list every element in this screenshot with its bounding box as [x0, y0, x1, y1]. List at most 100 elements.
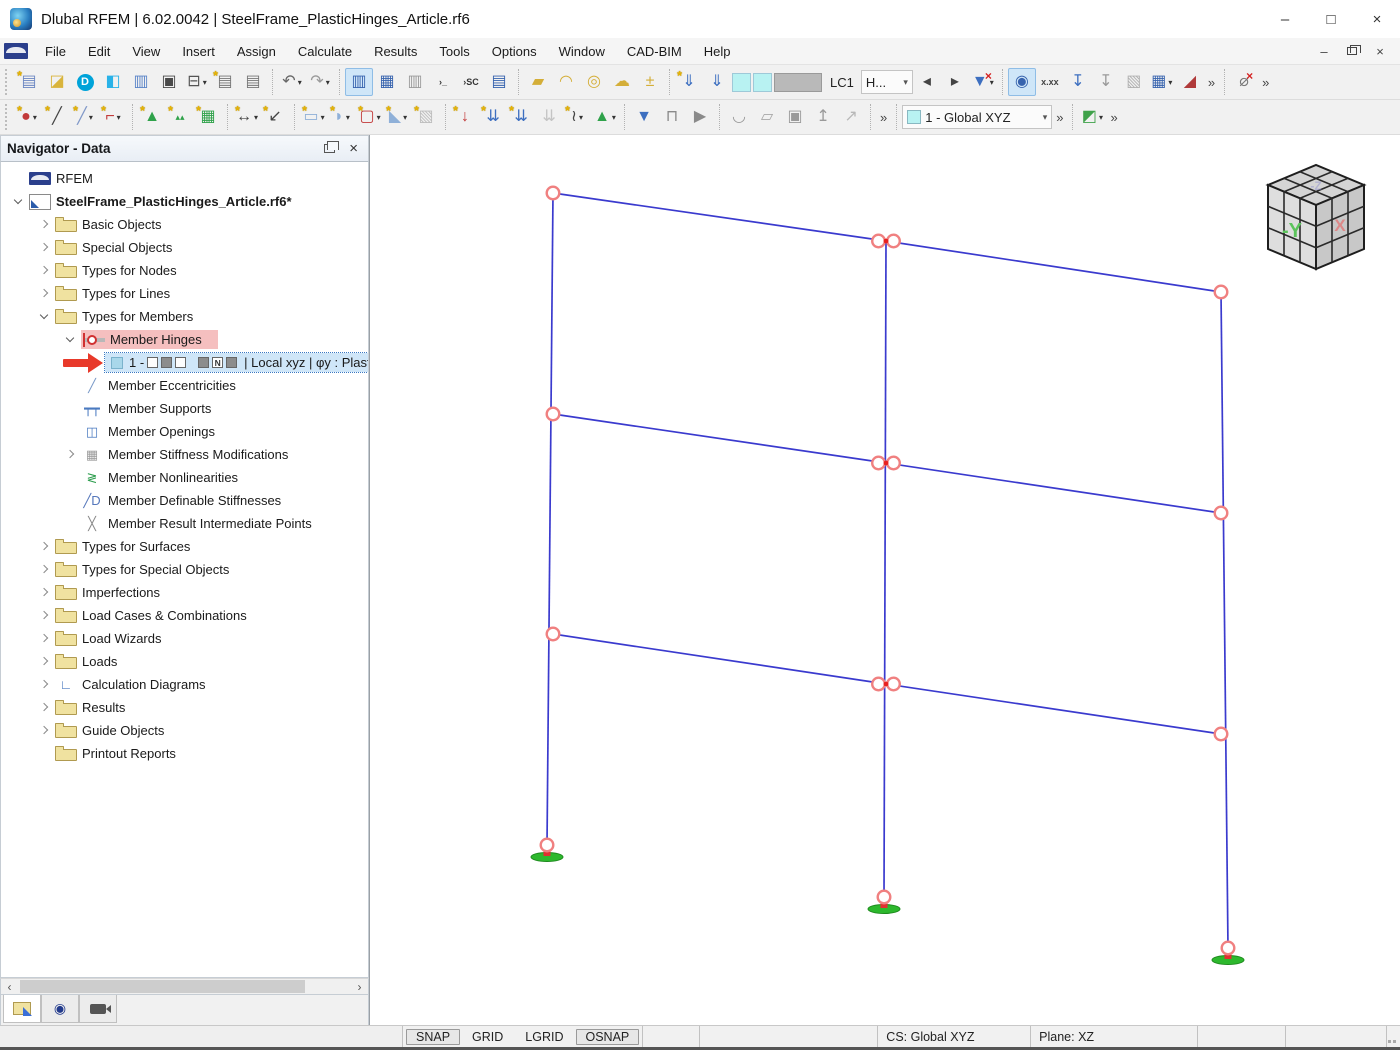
plastic-hinge-node[interactable]: [1222, 942, 1235, 955]
expander-closed-icon[interactable]: [35, 558, 55, 581]
plastic-hinge-node[interactable]: [1215, 507, 1228, 520]
open-from-cloud-icon[interactable]: ◧: [99, 68, 127, 96]
float-panel-icon[interactable]: [324, 144, 335, 153]
new-member-icon[interactable]: ╱▾: [71, 103, 99, 131]
show-surfaces-icon[interactable]: ▧: [1120, 68, 1148, 96]
minimize-button[interactable]: –: [1262, 0, 1308, 38]
menu-options[interactable]: Options: [481, 38, 548, 65]
tree-item-member-hinges[interactable]: Member Hinges: [1, 328, 368, 351]
node-dot[interactable]: [884, 682, 889, 687]
toggle-osnap[interactable]: OSNAP: [576, 1029, 640, 1045]
tree-item-model-file[interactable]: SteelFrame_PlasticHinges_Article.rf6*: [1, 190, 368, 213]
beam-member[interactable]: [553, 193, 886, 241]
tree-item-special-objects[interactable]: Special Objects: [1, 236, 368, 259]
new-line-load-icon[interactable]: ⇊: [507, 103, 535, 131]
view-overflow[interactable]: »: [1204, 75, 1219, 90]
menu-tools[interactable]: Tools: [428, 38, 480, 65]
column-member[interactable]: [1221, 292, 1228, 948]
tree-item-member-result-intermediate-points[interactable]: ╳Member Result Intermediate Points: [1, 512, 368, 535]
new-support-displacement-icon[interactable]: ▲▾: [591, 103, 619, 131]
new-surface-support-icon[interactable]: ▦: [194, 103, 222, 131]
close-button[interactable]: ×: [1354, 0, 1400, 38]
toggle-grid[interactable]: GRID: [462, 1029, 513, 1045]
plastic-hinge-node[interactable]: [887, 457, 900, 470]
expander-open-icon[interactable]: [35, 305, 55, 328]
tree-item-member-openings[interactable]: ◫Member Openings: [1, 420, 368, 443]
beam-member[interactable]: [886, 241, 1221, 292]
plastic-hinge-node[interactable]: [547, 628, 560, 641]
tables-toggle-icon[interactable]: ▦: [373, 68, 401, 96]
tree-item-imperfections[interactable]: Imperfections: [1, 581, 368, 604]
cube-top-label[interactable]: -Z: [1310, 179, 1321, 193]
menu-calculate[interactable]: Calculate: [287, 38, 363, 65]
toolbar1-overflow[interactable]: »: [1258, 75, 1273, 90]
redo-icon[interactable]: ↷▾: [306, 68, 334, 96]
generate-loads-icon[interactable]: ⇓: [675, 68, 703, 96]
coordinate-system-select[interactable]: 1 - Global XYZ▾: [902, 105, 1052, 129]
column-member[interactable]: [547, 193, 553, 845]
cube-front-label[interactable]: -Y: [1282, 220, 1303, 242]
show-result-diagram-icon[interactable]: ◢: [1176, 68, 1204, 96]
tree-item-hinge-1[interactable]: 1 -N| Local xyz | φy : Plastic: [1, 351, 368, 374]
plastic-hinge-node[interactable]: [872, 457, 885, 470]
tree-item-results[interactable]: Results: [1, 696, 368, 719]
plastic-hinge-node[interactable]: [547, 187, 560, 200]
clipping-box-icon[interactable]: ⊓: [658, 103, 686, 131]
plastic-hinge-node[interactable]: [1215, 728, 1228, 741]
work-plane-icon[interactable]: ▱: [753, 103, 781, 131]
menu-cad-bim[interactable]: CAD-BIM: [616, 38, 693, 65]
expander-closed-icon[interactable]: [35, 604, 55, 627]
new-block-icon[interactable]: ▧: [412, 103, 440, 131]
new-line-support-icon[interactable]: ▴▴: [166, 103, 194, 131]
previous-load-case-icon[interactable]: ◂: [913, 68, 941, 96]
expander-closed-icon[interactable]: [35, 259, 55, 282]
expander-closed-icon[interactable]: [35, 213, 55, 236]
new-slope-dimension-icon[interactable]: ↙: [261, 103, 289, 131]
close-panel-icon[interactable]: ×: [349, 140, 358, 157]
expander-closed-icon[interactable]: [61, 443, 81, 466]
new-polyline-icon[interactable]: ⌐▾: [99, 103, 127, 131]
cube-right-label[interactable]: X: [1334, 216, 1346, 235]
undo-icon[interactable]: ↶▾: [278, 68, 306, 96]
new-node-icon[interactable]: ●▾: [15, 103, 43, 131]
new-solid-icon[interactable]: ◗▾: [328, 103, 356, 131]
child-restore-button[interactable]: [1338, 40, 1366, 62]
maximize-button[interactable]: □: [1308, 0, 1354, 38]
printout-report-icon[interactable]: ▤: [239, 68, 267, 96]
show-loads-icon[interactable]: ↧: [1064, 68, 1092, 96]
new-model-icon[interactable]: ▤: [15, 68, 43, 96]
transfer-loads-icon[interactable]: ⇓: [703, 68, 731, 96]
beam-member[interactable]: [886, 684, 1221, 734]
new-opening-icon[interactable]: ▢▾: [356, 103, 384, 131]
node-dot[interactable]: [884, 461, 889, 466]
dlubal-connect-icon[interactable]: D: [71, 68, 99, 96]
plastic-hinge-node[interactable]: [887, 235, 900, 248]
select-polygon-icon[interactable]: ▰: [524, 68, 552, 96]
model-manager-icon[interactable]: ▥: [127, 68, 155, 96]
new-nodal-load-icon[interactable]: ↓: [451, 103, 479, 131]
insert-overflow[interactable]: »: [876, 110, 891, 125]
tree-item-load-cases-combinations[interactable]: Load Cases & Combinations: [1, 604, 368, 627]
person-view-icon[interactable]: ↥: [809, 103, 837, 131]
tree-item-guide-objects[interactable]: Guide Objects: [1, 719, 368, 742]
result-beam-icon[interactable]: ◡: [725, 103, 753, 131]
new-nodal-support-icon[interactable]: ▲: [138, 103, 166, 131]
cs-overflow[interactable]: »: [1052, 110, 1067, 125]
clear-search-icon[interactable]: ⌀: [1230, 68, 1258, 96]
scroll-left-icon[interactable]: ‹: [1, 979, 18, 994]
column-member[interactable]: [884, 241, 886, 897]
select-special-icon[interactable]: ±: [636, 68, 664, 96]
tree-item-printout-reports[interactable]: Printout Reports: [1, 742, 368, 765]
expander-closed-icon[interactable]: [35, 581, 55, 604]
expander-open-icon[interactable]: [61, 328, 81, 351]
child-minimize-button[interactable]: –: [1310, 40, 1338, 62]
show-numbering-icon[interactable]: x.xx: [1036, 68, 1064, 96]
menu-edit[interactable]: Edit: [77, 38, 121, 65]
select-region-icon[interactable]: ☁: [608, 68, 636, 96]
menu-insert[interactable]: Insert: [171, 38, 226, 65]
tree-item-member-stiffness-modifications[interactable]: ▦Member Stiffness Modifications: [1, 443, 368, 466]
tree-item-member-definable-stiffnesses[interactable]: ╱DMember Definable Stiffnesses: [1, 489, 368, 512]
select-lasso-icon[interactable]: ◠: [552, 68, 580, 96]
new-surface-load-icon[interactable]: ⇊: [535, 103, 563, 131]
select-circle-icon[interactable]: ◎: [580, 68, 608, 96]
